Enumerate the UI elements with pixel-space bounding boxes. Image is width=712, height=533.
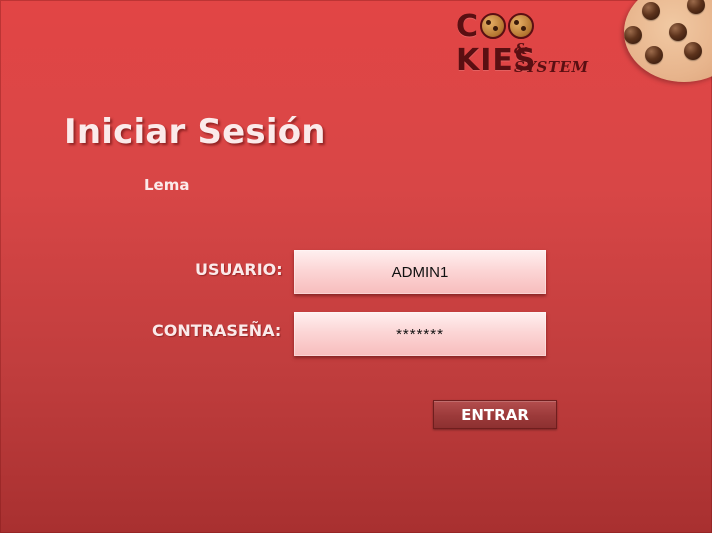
page-title: Iniciar Sesión bbox=[64, 112, 326, 152]
chocolate-chip-icon bbox=[642, 2, 660, 20]
chocolate-chip-icon bbox=[645, 46, 663, 64]
cookies-system-logo: CKIES & SYSTEM bbox=[456, 9, 606, 78]
chocolate-chip-icon bbox=[624, 26, 642, 44]
chocolate-chip-icon bbox=[669, 23, 687, 41]
username-label: USUARIO: bbox=[195, 260, 283, 279]
chocolate-chip-icon bbox=[687, 0, 705, 14]
cookie-icon bbox=[508, 13, 535, 39]
enter-button[interactable]: ENTRAR bbox=[433, 400, 557, 429]
cookie-decoration-icon bbox=[624, 0, 712, 82]
chocolate-chip-icon bbox=[684, 42, 702, 60]
password-label: CONTRASEÑA: bbox=[152, 321, 282, 340]
logo-text-prefix: C bbox=[456, 9, 480, 44]
password-input[interactable] bbox=[294, 312, 546, 356]
username-input[interactable] bbox=[294, 250, 546, 294]
motto-text: Lema bbox=[144, 176, 190, 194]
login-window: CKIES & SYSTEM Iniciar Sesión Lema USUAR… bbox=[0, 0, 712, 533]
logo-subtitle: & SYSTEM bbox=[514, 40, 589, 76]
cookie-icon bbox=[480, 13, 507, 39]
